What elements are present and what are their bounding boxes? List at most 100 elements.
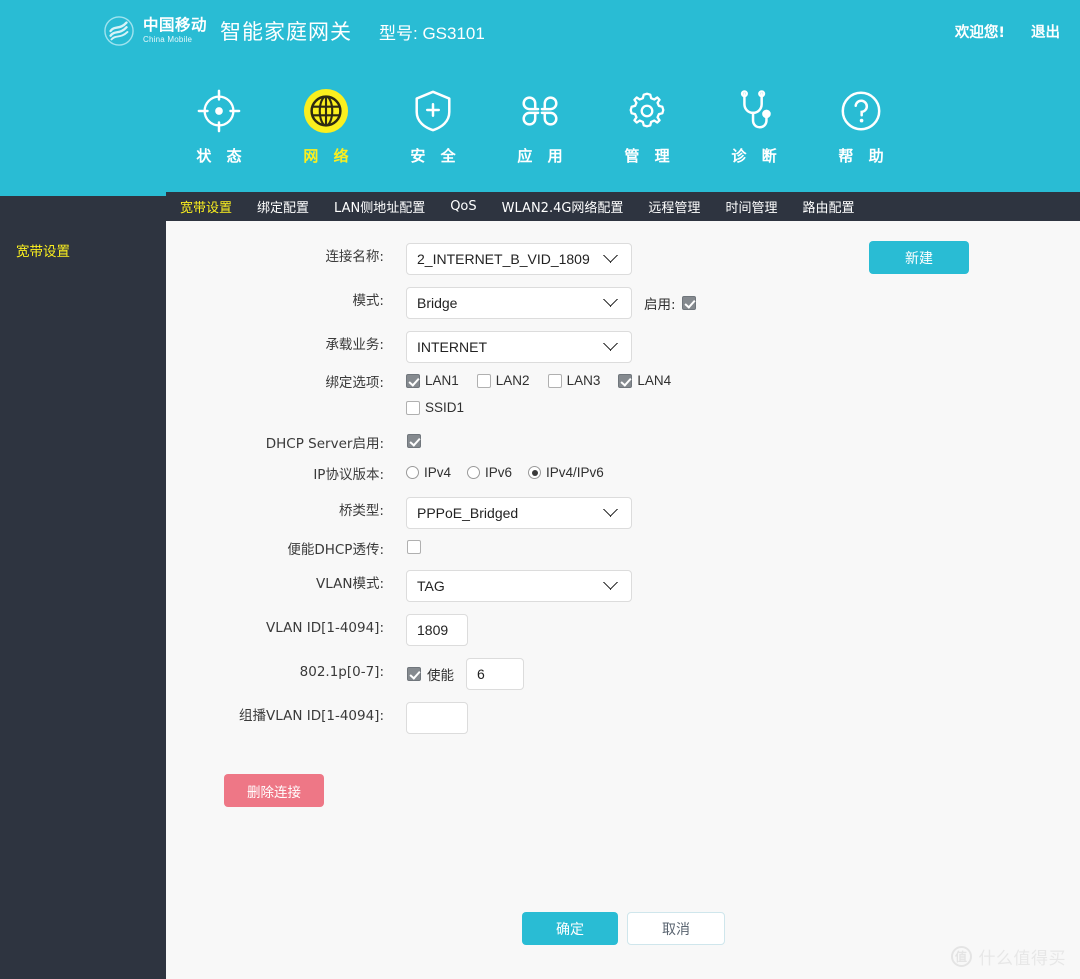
- row-service: 承载业务: INTERNET: [166, 331, 632, 363]
- ip-version-ipv4-group: IPv4: [406, 465, 451, 480]
- nav-label-help: 帮 助: [838, 147, 889, 165]
- status-target-icon: [197, 89, 241, 133]
- tab-route-config[interactable]: 路由配置: [802, 197, 854, 216]
- brand-logo-group: 中国移动 China Mobile 智能家庭网关 型号: GS3101: [104, 16, 485, 46]
- nav-label-management: 管 理: [624, 147, 675, 165]
- globe-icon: [303, 88, 349, 134]
- tab-broadband-settings[interactable]: 宽带设置: [180, 197, 232, 216]
- label-bridge-type: 桥类型:: [338, 503, 384, 519]
- row-multicast-vlan-id: 组播VLAN ID[1-4094]:: [166, 702, 468, 734]
- pbit-enable-label: 使能: [427, 668, 454, 684]
- binding-ssid1-group: SSID1: [406, 400, 464, 415]
- binding-lan2-checkbox[interactable]: [476, 373, 491, 388]
- binding-lan3-label: LAN3: [566, 373, 601, 388]
- label-multicast-vlan-id: 组播VLAN ID[1-4094]:: [239, 708, 384, 724]
- nav-item-network[interactable]: 网 络: [273, 88, 380, 166]
- dhcp-transparent-checkbox[interactable]: [407, 540, 421, 554]
- nav-item-management[interactable]: 管 理: [594, 88, 701, 166]
- label-dhcp-transparent: 便能DHCP透传:: [287, 542, 384, 558]
- binding-lan1-label: LAN1: [425, 373, 459, 388]
- cancel-button[interactable]: 取消: [627, 912, 725, 945]
- binding-options-row1: LAN1 LAN2 LAN3 LAN4: [406, 373, 689, 388]
- vlan-mode-select[interactable]: TAG: [406, 570, 632, 602]
- nav-label-application: 应 用: [517, 147, 568, 165]
- binding-lan3-checkbox[interactable]: [547, 373, 562, 388]
- nav-label-diagnosis: 诊 断: [731, 147, 782, 165]
- pbit-enable-checkbox[interactable]: [407, 667, 421, 681]
- binding-lan1-checkbox[interactable]: [406, 373, 420, 388]
- nav-item-diagnosis[interactable]: 诊 断: [701, 88, 808, 166]
- header-actions: 欢迎您! 退出: [955, 0, 1060, 62]
- row-vlan-mode: VLAN模式: TAG: [166, 570, 632, 602]
- tab-qos[interactable]: QoS: [450, 199, 476, 214]
- nav-item-help[interactable]: 帮 助: [808, 88, 915, 166]
- apps-clover-icon: [522, 96, 558, 126]
- brand-header: 中国移动 China Mobile 智能家庭网关 型号: GS3101 欢迎您!…: [0, 0, 1080, 62]
- binding-lan4-label: LAN4: [637, 373, 672, 388]
- sidebar-item-broadband-settings[interactable]: 宽带设置: [16, 240, 70, 260]
- main-content: 新建 连接名称: 2_INTERNET_B_VID_1809 模式: Bridg…: [166, 221, 1080, 979]
- multicast-vlan-id-input[interactable]: [406, 702, 468, 734]
- label-dhcp-server: DHCP Server启用:: [265, 436, 384, 452]
- row-ip-version: IP协议版本: IPv4 IPv6 IPv4/IPv6: [166, 465, 620, 483]
- sidebar-accent-line: [0, 192, 166, 196]
- ip-version-ipv4-label: IPv4: [424, 465, 452, 480]
- nav-item-application[interactable]: 应 用: [487, 88, 594, 166]
- china-mobile-wordmark: 中国移动 China Mobile: [143, 18, 207, 44]
- label-8021p: 802.1p[0-7]:: [299, 664, 384, 680]
- ip-version-dual-label: IPv4/IPv6: [546, 465, 604, 480]
- stethoscope-icon: [740, 90, 771, 129]
- row-connection-name: 连接名称: 2_INTERNET_B_VID_1809: [166, 243, 632, 275]
- brand-name-cn: 中国移动: [143, 16, 208, 35]
- label-vlan-mode: VLAN模式:: [316, 576, 384, 592]
- question-circle-icon: [841, 91, 881, 131]
- new-connection-button[interactable]: 新建: [869, 241, 969, 274]
- binding-lan3-group: LAN3: [547, 373, 601, 388]
- sub-tab-bar: 宽带设置 绑定配置 LAN侧地址配置 QoS WLAN2.4G网络配置 远程管理…: [166, 192, 1080, 221]
- tab-binding-config[interactable]: 绑定配置: [257, 197, 309, 216]
- main-navigation: 状 态 网 络 安 全 应 用 管 理 诊 断 帮 助: [0, 62, 1080, 192]
- binding-options-group: LAN1 LAN2 LAN3 LAN4 SSID1: [406, 373, 689, 415]
- pbit-value-input[interactable]: [466, 658, 524, 690]
- service-select[interactable]: INTERNET: [406, 331, 632, 363]
- row-dhcp-transparent: 便能DHCP透传:: [166, 540, 421, 557]
- binding-ssid1-label: SSID1: [425, 400, 465, 415]
- tab-lan-address-config[interactable]: LAN侧地址配置: [334, 197, 425, 216]
- mode-enable-checkbox[interactable]: [681, 296, 696, 310]
- binding-ssid1-checkbox[interactable]: [406, 400, 420, 415]
- brand-name-en: China Mobile: [143, 34, 193, 44]
- confirm-button[interactable]: 确定: [522, 912, 618, 945]
- tab-time-management[interactable]: 时间管理: [725, 197, 777, 216]
- label-vlan-id: VLAN ID[1-4094]:: [266, 620, 384, 636]
- watermark-badge: 值: [950, 946, 972, 967]
- binding-lan4-group: LAN4: [618, 373, 671, 388]
- label-mode-enable: 启用:: [644, 297, 676, 313]
- nav-label-status: 状 态: [196, 147, 247, 165]
- label-ip-version: IP协议版本:: [313, 467, 384, 483]
- shield-plus-icon: [415, 90, 451, 132]
- row-mode: 模式: Bridge 启用:: [166, 287, 696, 319]
- welcome-text: 欢迎您!: [954, 24, 1005, 41]
- nav-item-status[interactable]: 状 态: [166, 88, 273, 166]
- dhcp-server-checkbox[interactable]: [407, 434, 421, 448]
- row-binding-options: 绑定选项: LAN1 LAN2 LAN3 LAN4 SSID1: [166, 373, 689, 415]
- tab-remote-management[interactable]: 远程管理: [648, 197, 700, 216]
- binding-lan1-group: LAN1: [406, 373, 459, 388]
- bridge-type-select[interactable]: PPPoE_Bridged: [406, 497, 632, 529]
- ip-version-ipv6-radio[interactable]: [467, 466, 481, 479]
- left-sidebar: 宽带设置: [0, 192, 166, 979]
- vlan-id-input[interactable]: [406, 614, 468, 646]
- tab-wlan24g-config[interactable]: WLAN2.4G网络配置: [502, 197, 624, 216]
- binding-lan2-label: LAN2: [495, 373, 530, 388]
- ip-version-dual-radio[interactable]: [528, 466, 542, 479]
- nav-item-security[interactable]: 安 全: [380, 88, 487, 166]
- mode-select[interactable]: Bridge: [406, 287, 632, 319]
- gear-icon: [629, 92, 665, 128]
- product-title: 智能家庭网关: [220, 20, 353, 44]
- ip-version-ipv4-radio[interactable]: [406, 466, 419, 479]
- delete-connection-button[interactable]: 删除连接: [224, 774, 324, 807]
- connection-name-select[interactable]: 2_INTERNET_B_VID_1809: [406, 243, 632, 275]
- logout-link[interactable]: 退出: [1031, 21, 1060, 42]
- watermark-text: 什么值得买: [978, 949, 1066, 969]
- binding-lan4-checkbox[interactable]: [618, 373, 633, 388]
